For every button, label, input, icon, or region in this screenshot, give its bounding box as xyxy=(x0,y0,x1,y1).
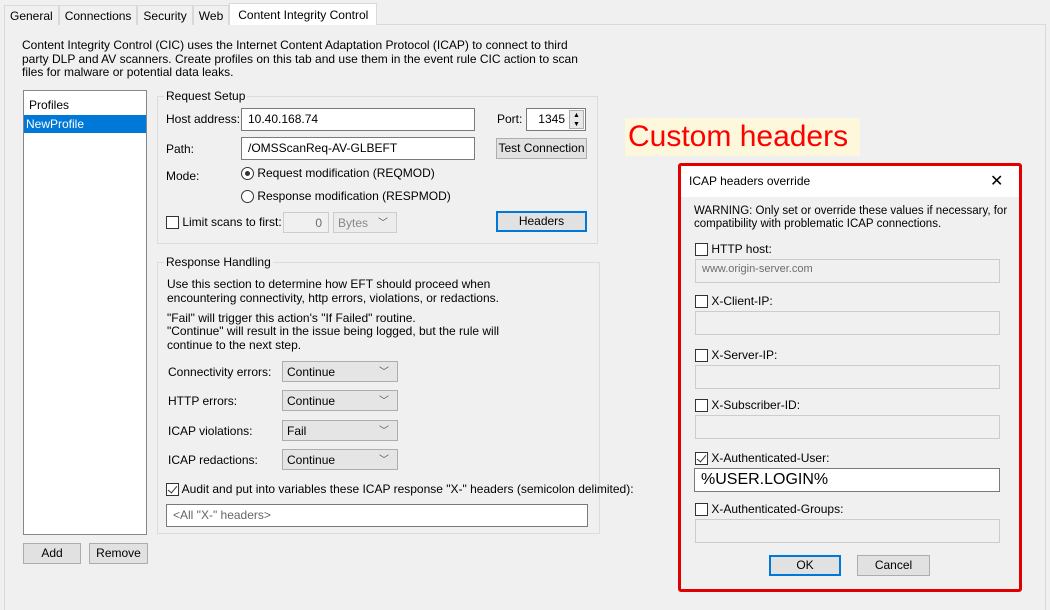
mode-reqmod-radio[interactable]: Request modification (REQMOD) xyxy=(241,166,435,181)
tab-general[interactable]: General xyxy=(4,5,59,25)
audit-checkbox[interactable]: Audit and put into variables these ICAP … xyxy=(166,482,634,497)
response-row-select[interactable]: Continue ﹀ xyxy=(282,390,398,411)
checkbox-icon xyxy=(695,399,708,413)
port-spinner[interactable]: ▲ ▼ xyxy=(569,110,584,129)
tab-web[interactable]: Web xyxy=(192,5,230,25)
checkbox-icon xyxy=(695,349,708,363)
tab-security[interactable]: Security xyxy=(137,5,193,25)
ok-button[interactable]: OK xyxy=(769,555,841,576)
response-row-value: Continue xyxy=(287,453,336,467)
limit-value-input[interactable]: 0 xyxy=(283,212,329,233)
header-input[interactable] xyxy=(695,365,1000,389)
profiles-header: Profiles xyxy=(29,98,70,112)
path-input[interactable]: /OMSScanReq-AV-GLBEFT xyxy=(241,137,475,160)
limit-unit-select[interactable]: Bytes ﹀ xyxy=(333,212,397,233)
response-row-value: Fail xyxy=(287,424,307,438)
chevron-down-icon: ﹀ xyxy=(379,367,389,378)
close-icon[interactable]: ✕ xyxy=(990,171,1003,191)
header-label: X-Authenticated-Groups: xyxy=(711,502,844,516)
tab-strip: General Connections Security Web Content… xyxy=(4,3,378,25)
header-input[interactable]: %USER.LOGIN% xyxy=(694,468,1000,492)
response-text-3: "Continue" will result in the issue bein… xyxy=(167,324,500,352)
custom-headers-annotation: Custom headers xyxy=(625,118,860,156)
cancel-button[interactable]: Cancel xyxy=(857,555,930,576)
description: Content Integrity Control (CIC) uses the… xyxy=(22,38,578,79)
limit-scans-label: Limit scans to first: xyxy=(182,215,282,229)
radio-icon xyxy=(241,167,254,181)
dialog-titlebar: ICAP headers override xyxy=(681,166,1019,197)
remove-button[interactable]: Remove xyxy=(89,543,148,564)
checkbox-icon xyxy=(695,503,708,517)
icap-headers-dialog: ICAP headers override ✕ WARNING: Only se… xyxy=(678,163,1022,592)
checkbox-icon xyxy=(695,295,708,309)
port-label: Port: xyxy=(497,112,523,126)
header-input[interactable] xyxy=(695,415,1000,439)
response-row-select[interactable]: Continue ﹀ xyxy=(282,361,398,382)
headers-button[interactable]: Headers xyxy=(496,211,587,232)
tab-content-integrity-control[interactable]: Content Integrity Control xyxy=(229,3,378,25)
chevron-down-icon: ﹀ xyxy=(379,455,389,466)
response-row-label: ICAP violations: xyxy=(168,424,253,438)
audit-headers-input[interactable]: <All "X-" headers> xyxy=(166,504,588,527)
dialog-warning: WARNING: Only set or override these valu… xyxy=(694,205,1008,230)
response-text-1: Use this section to determine how EFT sh… xyxy=(167,277,499,305)
response-row-label: HTTP errors: xyxy=(168,394,238,408)
checkbox-icon xyxy=(166,483,179,497)
response-row-select[interactable]: Continue ﹀ xyxy=(282,449,398,470)
response-row-select[interactable]: Fail ﹀ xyxy=(282,420,398,441)
profile-item[interactable]: NewProfile xyxy=(24,115,146,133)
audit-label: Audit and put into variables these ICAP … xyxy=(181,482,634,496)
header-input[interactable]: www.origin-server.com xyxy=(695,259,1000,283)
header-label: X-Authenticated-User: xyxy=(711,451,830,465)
header-label: HTTP host: xyxy=(711,242,772,256)
add-button[interactable]: Add xyxy=(23,543,81,564)
limit-unit-value: Bytes xyxy=(338,216,369,230)
header-checkbox[interactable]: X-Server-IP: xyxy=(695,348,778,363)
radio-icon xyxy=(241,190,254,204)
checkbox-icon xyxy=(695,452,708,466)
header-input[interactable] xyxy=(695,311,1000,335)
header-checkbox[interactable]: X-Authenticated-Groups: xyxy=(695,502,844,517)
mode-reqmod-label: Request modification (REQMOD) xyxy=(257,166,435,180)
request-setup-title: Request Setup xyxy=(164,89,248,103)
checkbox-icon xyxy=(695,243,708,257)
response-row-label: Connectivity errors: xyxy=(168,365,272,379)
response-row-label: ICAP redactions: xyxy=(168,453,258,467)
header-checkbox[interactable]: X-Client-IP: xyxy=(695,294,773,309)
path-label: Path: xyxy=(166,142,195,156)
response-row-value: Continue xyxy=(287,394,336,408)
mode-respmod-radio[interactable]: Response modification (RESPMOD) xyxy=(241,189,451,204)
header-label: X-Server-IP: xyxy=(711,348,778,362)
chevron-down-icon: ﹀ xyxy=(379,426,389,437)
chevron-down-icon: ﹀ xyxy=(378,218,388,229)
dialog-title: ICAP headers override xyxy=(689,174,811,188)
header-checkbox[interactable]: HTTP host: xyxy=(695,242,772,257)
host-input[interactable]: 10.40.168.74 xyxy=(241,108,475,131)
profiles-list[interactable]: Profiles NewProfile xyxy=(23,90,147,535)
response-row-value: Continue xyxy=(287,365,336,379)
response-handling-title: Response Handling xyxy=(164,255,273,269)
chevron-down-icon: ﹀ xyxy=(379,396,389,407)
test-connection-button[interactable]: Test Connection xyxy=(496,138,587,159)
header-label: X-Subscriber-ID: xyxy=(711,398,801,412)
limit-scans-checkbox[interactable]: Limit scans to first: xyxy=(166,215,282,230)
host-label: Host address: xyxy=(166,112,241,126)
header-label: X-Client-IP: xyxy=(711,294,773,308)
checkbox-icon xyxy=(166,216,179,230)
mode-label: Mode: xyxy=(166,169,200,183)
header-checkbox[interactable]: X-Subscriber-ID: xyxy=(695,398,801,413)
header-input[interactable] xyxy=(695,519,1000,543)
tab-connections[interactable]: Connections xyxy=(58,5,138,25)
header-checkbox[interactable]: X-Authenticated-User: xyxy=(695,451,830,466)
mode-respmod-label: Response modification (RESPMOD) xyxy=(257,189,451,203)
